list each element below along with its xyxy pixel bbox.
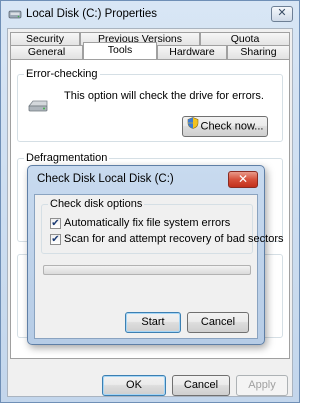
tab-security[interactable]: Security [10, 32, 80, 46]
check-disk-dialog: Check Disk Local Disk (C:) ✕ Check disk … [27, 165, 284, 345]
tab-general[interactable]: General [10, 45, 83, 59]
check-now-button[interactable]: Check now... [182, 116, 268, 137]
dialog-close-icon[interactable]: ✕ [228, 171, 258, 188]
shield-icon [187, 117, 199, 136]
cancel-button[interactable]: Cancel [172, 375, 230, 396]
error-checking-label: Error-checking [24, 68, 100, 80]
check-now-label: Check now... [200, 120, 264, 133]
error-checking-group: Error-checking This option will check th… [17, 68, 283, 142]
check-disk-options-group: Check disk options ✔ Automatically fix f… [41, 198, 284, 254]
drive-icon [27, 97, 49, 116]
start-button[interactable]: Start [125, 312, 181, 333]
error-checking-description: This option will check the drive for err… [64, 90, 264, 102]
recover-bad-sectors-label: Scan for and attempt recovery of bad sec… [64, 233, 284, 245]
recover-bad-sectors-checkbox[interactable]: ✔ [50, 233, 61, 245]
ok-button[interactable]: OK [102, 375, 166, 396]
close-icon[interactable]: ✕ [271, 6, 293, 22]
dialog-title: Check Disk Local Disk (C:) [37, 173, 174, 185]
window-title: Local Disk (C:) Properties [26, 8, 158, 20]
fix-errors-label: Automatically fix file system errors [64, 217, 231, 229]
option-fix-errors[interactable]: ✔ Automatically fix file system errors [50, 217, 230, 229]
tab-hardware[interactable]: Hardware [157, 45, 227, 59]
tab-tools[interactable]: Tools [83, 42, 157, 59]
progress-bar [43, 265, 251, 275]
option-recover-bad-sectors[interactable]: ✔ Scan for and attempt recovery of bad s… [50, 233, 284, 245]
disk-icon [8, 8, 22, 20]
fix-errors-checkbox[interactable]: ✔ [50, 217, 61, 229]
dialog-client: Check disk options ✔ Automatically fix f… [34, 194, 284, 339]
tab-quota[interactable]: Quota [200, 32, 290, 46]
apply-button[interactable]: Apply [236, 375, 288, 396]
tab-sharing[interactable]: Sharing [227, 45, 290, 59]
dialog-cancel-button[interactable]: Cancel [187, 312, 249, 333]
title-bar[interactable]: Local Disk (C:) Properties ✕ [1, 1, 299, 28]
defragmentation-label: Defragmentation [24, 152, 110, 164]
check-disk-options-label: Check disk options [48, 198, 145, 210]
tab-row-bottom: General Tools Hardware Sharing [10, 42, 290, 59]
